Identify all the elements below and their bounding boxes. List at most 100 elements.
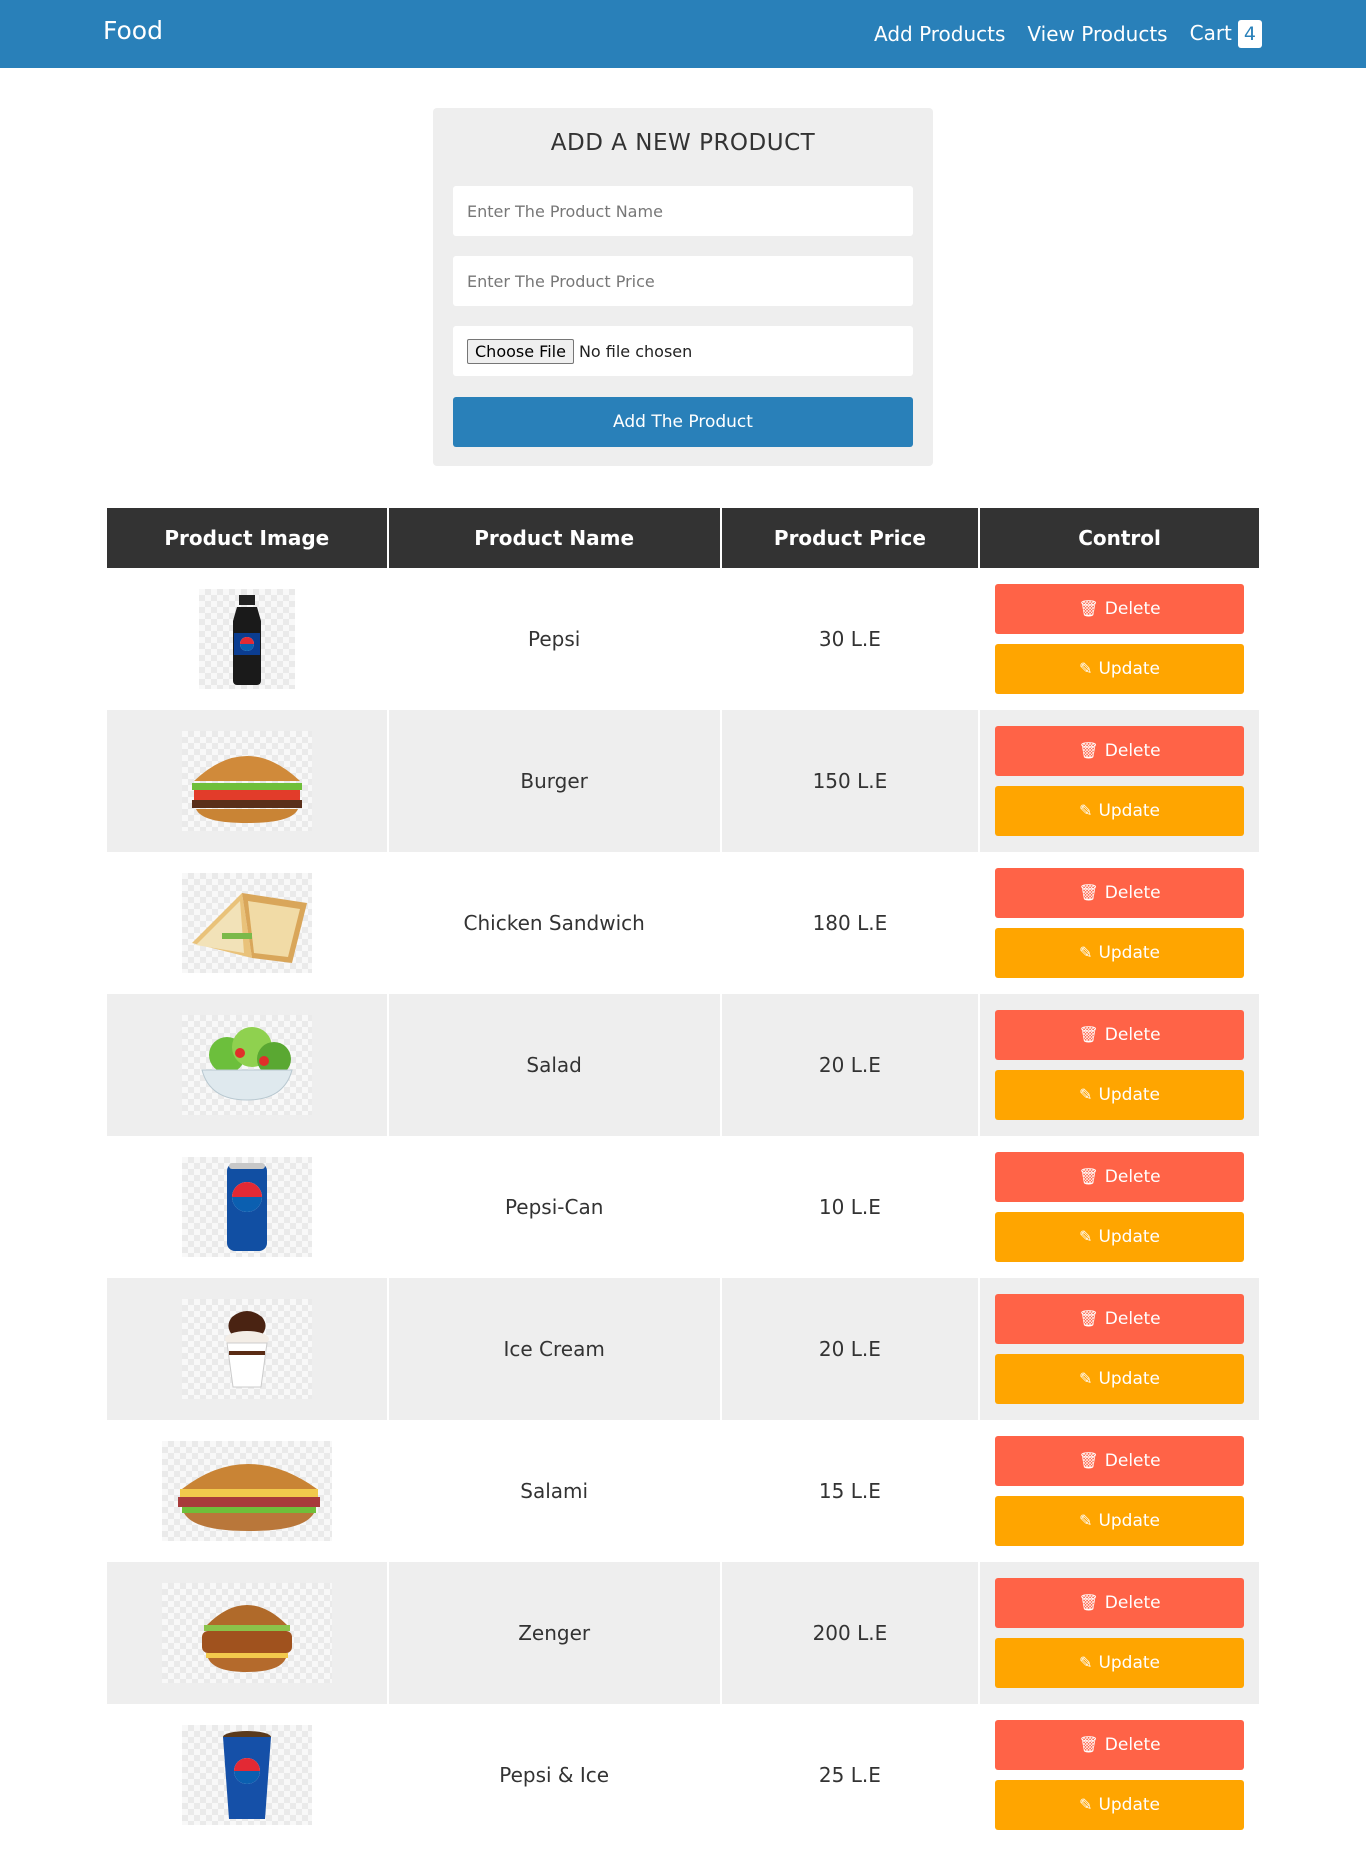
- product-image-cell: [107, 1420, 387, 1562]
- control-cell: 🗑 Delete ✎ Update: [980, 1136, 1259, 1278]
- edit-icon: ✎: [1079, 1795, 1093, 1814]
- product-price: 180 L.E: [812, 911, 888, 935]
- table-header-row: Product Image Product Name Product Price…: [107, 508, 1259, 568]
- update-label: Update: [1098, 801, 1161, 821]
- table-row: Burger 150 L.E 🗑 Delete ✎ Update: [107, 710, 1259, 852]
- edit-icon: ✎: [1079, 1227, 1093, 1246]
- product-price: 15 L.E: [818, 1479, 881, 1503]
- delete-button[interactable]: 🗑 Delete: [995, 1152, 1245, 1202]
- control-cell: 🗑 Delete ✎ Update: [980, 568, 1259, 710]
- table-row: Salad 20 L.E 🗑 Delete ✎ Update: [107, 994, 1259, 1136]
- product-name: Salami: [520, 1479, 589, 1503]
- trash-icon: 🗑: [1078, 599, 1099, 618]
- salad-image: [181, 1015, 312, 1115]
- update-button[interactable]: ✎ Update: [995, 1212, 1245, 1262]
- header-product-price: Product Price: [721, 508, 979, 568]
- update-button[interactable]: ✎ Update: [995, 644, 1245, 694]
- product-image-cell: [107, 1136, 387, 1278]
- edit-icon: ✎: [1079, 1085, 1093, 1104]
- brand-logo[interactable]: Food: [103, 16, 163, 45]
- header-product-name: Product Name: [388, 508, 720, 568]
- trash-icon: 🗑: [1078, 1167, 1099, 1186]
- product-price: 30 L.E: [818, 627, 881, 651]
- update-label: Update: [1098, 1227, 1161, 1247]
- nav-add-products[interactable]: Add Products: [874, 22, 1005, 46]
- table-row: Pepsi-Can 10 L.E 🗑 Delete ✎ Update: [107, 1136, 1259, 1278]
- table-row: Chicken Sandwich 180 L.E 🗑 Delete ✎ Update: [107, 852, 1259, 994]
- edit-icon: ✎: [1079, 659, 1093, 678]
- product-name: Pepsi: [527, 627, 581, 651]
- delete-label: Delete: [1104, 1735, 1161, 1755]
- product-image-cell: [107, 710, 387, 852]
- update-button[interactable]: ✎ Update: [995, 1780, 1245, 1830]
- add-product-form: ADD A NEW PRODUCT Choose File No file ch…: [433, 108, 933, 466]
- header-product-image: Product Image: [107, 508, 387, 568]
- delete-button[interactable]: 🗑 Delete: [995, 1436, 1245, 1486]
- delete-button[interactable]: 🗑 Delete: [995, 726, 1245, 776]
- update-button[interactable]: ✎ Update: [995, 786, 1245, 836]
- product-image-cell: [107, 852, 387, 994]
- control-cell: 🗑 Delete ✎ Update: [980, 1278, 1259, 1420]
- delete-label: Delete: [1104, 1167, 1161, 1187]
- update-button[interactable]: ✎ Update: [995, 1070, 1245, 1120]
- update-label: Update: [1098, 1369, 1161, 1389]
- trash-icon: 🗑: [1078, 1025, 1099, 1044]
- update-button[interactable]: ✎ Update: [995, 1354, 1245, 1404]
- salami-sandwich-image: [161, 1441, 332, 1541]
- trash-icon: 🗑: [1078, 1735, 1099, 1754]
- update-label: Update: [1098, 1085, 1161, 1105]
- form-title: ADD A NEW PRODUCT: [550, 130, 816, 156]
- delete-button[interactable]: 🗑 Delete: [995, 584, 1245, 634]
- edit-icon: ✎: [1079, 943, 1093, 962]
- control-cell: 🗑 Delete ✎ Update: [980, 852, 1259, 994]
- update-button[interactable]: ✎ Update: [995, 928, 1245, 978]
- control-cell: 🗑 Delete ✎ Update: [980, 1704, 1259, 1846]
- delete-button[interactable]: 🗑 Delete: [995, 1578, 1245, 1628]
- product-name: Pepsi & Ice: [499, 1763, 610, 1787]
- delete-button[interactable]: 🗑 Delete: [995, 1294, 1245, 1344]
- add-product-button[interactable]: Add The Product: [453, 397, 913, 447]
- choose-file-button[interactable]: Choose File: [467, 338, 574, 364]
- update-label: Update: [1098, 659, 1161, 679]
- table-row: Zenger 200 L.E 🗑 Delete ✎ Update: [107, 1562, 1259, 1704]
- product-image-file-input: Choose File No file chosen: [453, 326, 913, 376]
- product-image-cell: [107, 1278, 387, 1420]
- zenger-burger-image: [161, 1583, 332, 1683]
- nav-view-products[interactable]: View Products: [1027, 22, 1167, 46]
- products-table: Product Image Product Name Product Price…: [105, 508, 1261, 1846]
- table-row: Salami 15 L.E 🗑 Delete ✎ Update: [107, 1420, 1259, 1562]
- nav-cart[interactable]: Cart 4: [1190, 20, 1262, 48]
- update-button[interactable]: ✎ Update: [995, 1496, 1245, 1546]
- control-cell: 🗑 Delete ✎ Update: [980, 1420, 1259, 1562]
- burger-image: [181, 731, 312, 831]
- product-price: 10 L.E: [818, 1195, 881, 1219]
- trash-icon: 🗑: [1078, 1451, 1099, 1470]
- edit-icon: ✎: [1079, 1511, 1093, 1530]
- product-name-input[interactable]: [453, 186, 913, 236]
- product-price: 200 L.E: [721, 1562, 979, 1704]
- product-price: 25 L.E: [818, 1763, 881, 1787]
- update-label: Update: [1098, 1511, 1161, 1531]
- delete-label: Delete: [1104, 883, 1161, 903]
- delete-button[interactable]: 🗑 Delete: [995, 868, 1245, 918]
- product-image-cell: [107, 994, 387, 1136]
- trash-icon: 🗑: [1078, 1309, 1099, 1328]
- pepsi-bottle-image: [198, 589, 295, 689]
- control-cell: 🗑 Delete ✎ Update: [980, 710, 1259, 852]
- delete-label: Delete: [1104, 1593, 1161, 1613]
- edit-icon: ✎: [1079, 1369, 1093, 1388]
- table-row: Pepsi & Ice 25 L.E 🗑 Delete ✎ Update: [107, 1704, 1259, 1846]
- delete-button[interactable]: 🗑 Delete: [995, 1010, 1245, 1060]
- product-price: 150 L.E: [721, 710, 979, 852]
- trash-icon: 🗑: [1078, 741, 1099, 760]
- product-name: Ice Cream: [388, 1278, 720, 1420]
- cart-label: Cart: [1189, 21, 1232, 45]
- product-price-input[interactable]: [453, 256, 913, 306]
- pepsi-cup-image: [181, 1725, 312, 1825]
- delete-button[interactable]: 🗑 Delete: [995, 1720, 1245, 1770]
- update-label: Update: [1098, 1653, 1161, 1673]
- product-name: Salad: [388, 994, 720, 1136]
- update-button[interactable]: ✎ Update: [995, 1638, 1245, 1688]
- ice-cream-image: [181, 1299, 312, 1399]
- delete-label: Delete: [1104, 1025, 1161, 1045]
